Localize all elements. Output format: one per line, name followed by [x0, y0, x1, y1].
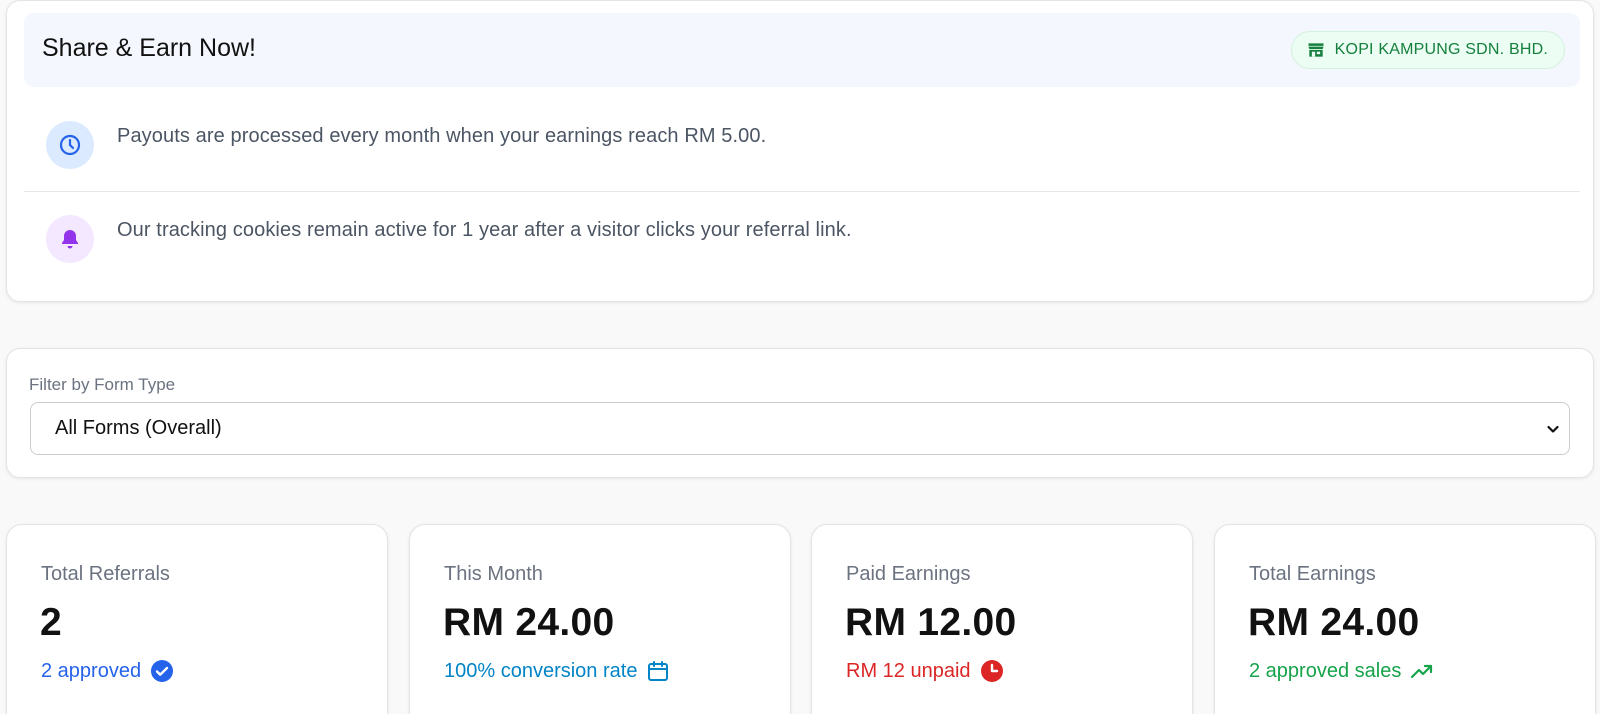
- stat-value: RM 24.00: [443, 601, 615, 644]
- stat-sub-text: RM 12 unpaid: [846, 659, 971, 682]
- stat-card-paid-earnings: Paid Earnings RM 12.00 RM 12 unpaid: [811, 524, 1193, 714]
- filter-label: Filter by Form Type: [29, 375, 176, 394]
- stat-sub: 2 approved: [41, 659, 174, 683]
- stat-label: Total Referrals: [41, 563, 170, 585]
- stat-value: RM 24.00: [1248, 601, 1420, 644]
- stat-sub: 2 approved sales: [1249, 659, 1434, 683]
- filter-card: Filter by Form Type All Forms (Overall): [6, 348, 1594, 478]
- info-card: Share & Earn Now! KOPI KAMPUNG SDN. BHD.: [6, 0, 1594, 302]
- store-icon: [1308, 43, 1324, 57]
- cookie-note-text: Our tracking cookies remain active for 1…: [117, 219, 852, 241]
- check-badge-icon: [151, 660, 174, 682]
- company-badge: KOPI KAMPUNG SDN. BHD.: [1290, 31, 1565, 69]
- stat-label: This Month: [444, 563, 543, 585]
- referral-dashboard: Share & Earn Now! KOPI KAMPUNG SDN. BHD.: [0, 0, 1600, 714]
- stat-sub-text: 100% conversion rate: [444, 659, 638, 682]
- stat-sub: 100% conversion rate: [444, 659, 670, 683]
- bell-icon: [46, 215, 94, 263]
- company-name: KOPI KAMPUNG SDN. BHD.: [1334, 41, 1548, 58]
- stat-card-total-referrals: Total Referrals 2 2 approved: [6, 524, 388, 714]
- stat-value: 2: [40, 601, 62, 644]
- stat-label: Paid Earnings: [846, 563, 971, 585]
- payout-note-text: Payouts are processed every month when y…: [117, 125, 767, 147]
- stat-label: Total Earnings: [1249, 563, 1376, 585]
- form-type-select[interactable]: All Forms (Overall): [30, 402, 1570, 455]
- clock-icon: [46, 121, 94, 169]
- stat-sub-text: 2 approved: [41, 659, 142, 682]
- stat-value: RM 12.00: [845, 601, 1017, 644]
- form-type-selected: All Forms (Overall): [55, 417, 222, 439]
- stat-card-this-month: This Month RM 24.00 100% conversion rate: [409, 524, 791, 714]
- info-header: Share & Earn Now! KOPI KAMPUNG SDN. BHD.: [24, 13, 1580, 87]
- info-title: Share & Earn Now!: [42, 34, 256, 62]
- trending-up-icon: [1411, 664, 1433, 679]
- payout-note: Payouts are processed every month when y…: [24, 99, 1580, 192]
- stat-sub-text: 2 approved sales: [1249, 659, 1402, 682]
- clock-filled-icon: [980, 660, 1003, 682]
- cookie-note: Our tracking cookies remain active for 1…: [24, 193, 1580, 286]
- calendar-icon: [648, 661, 669, 681]
- chevron-down-icon: [1547, 425, 1559, 433]
- stat-card-total-earnings: Total Earnings RM 24.00 2 approved sales: [1214, 524, 1596, 714]
- stat-sub: RM 12 unpaid: [846, 659, 1004, 683]
